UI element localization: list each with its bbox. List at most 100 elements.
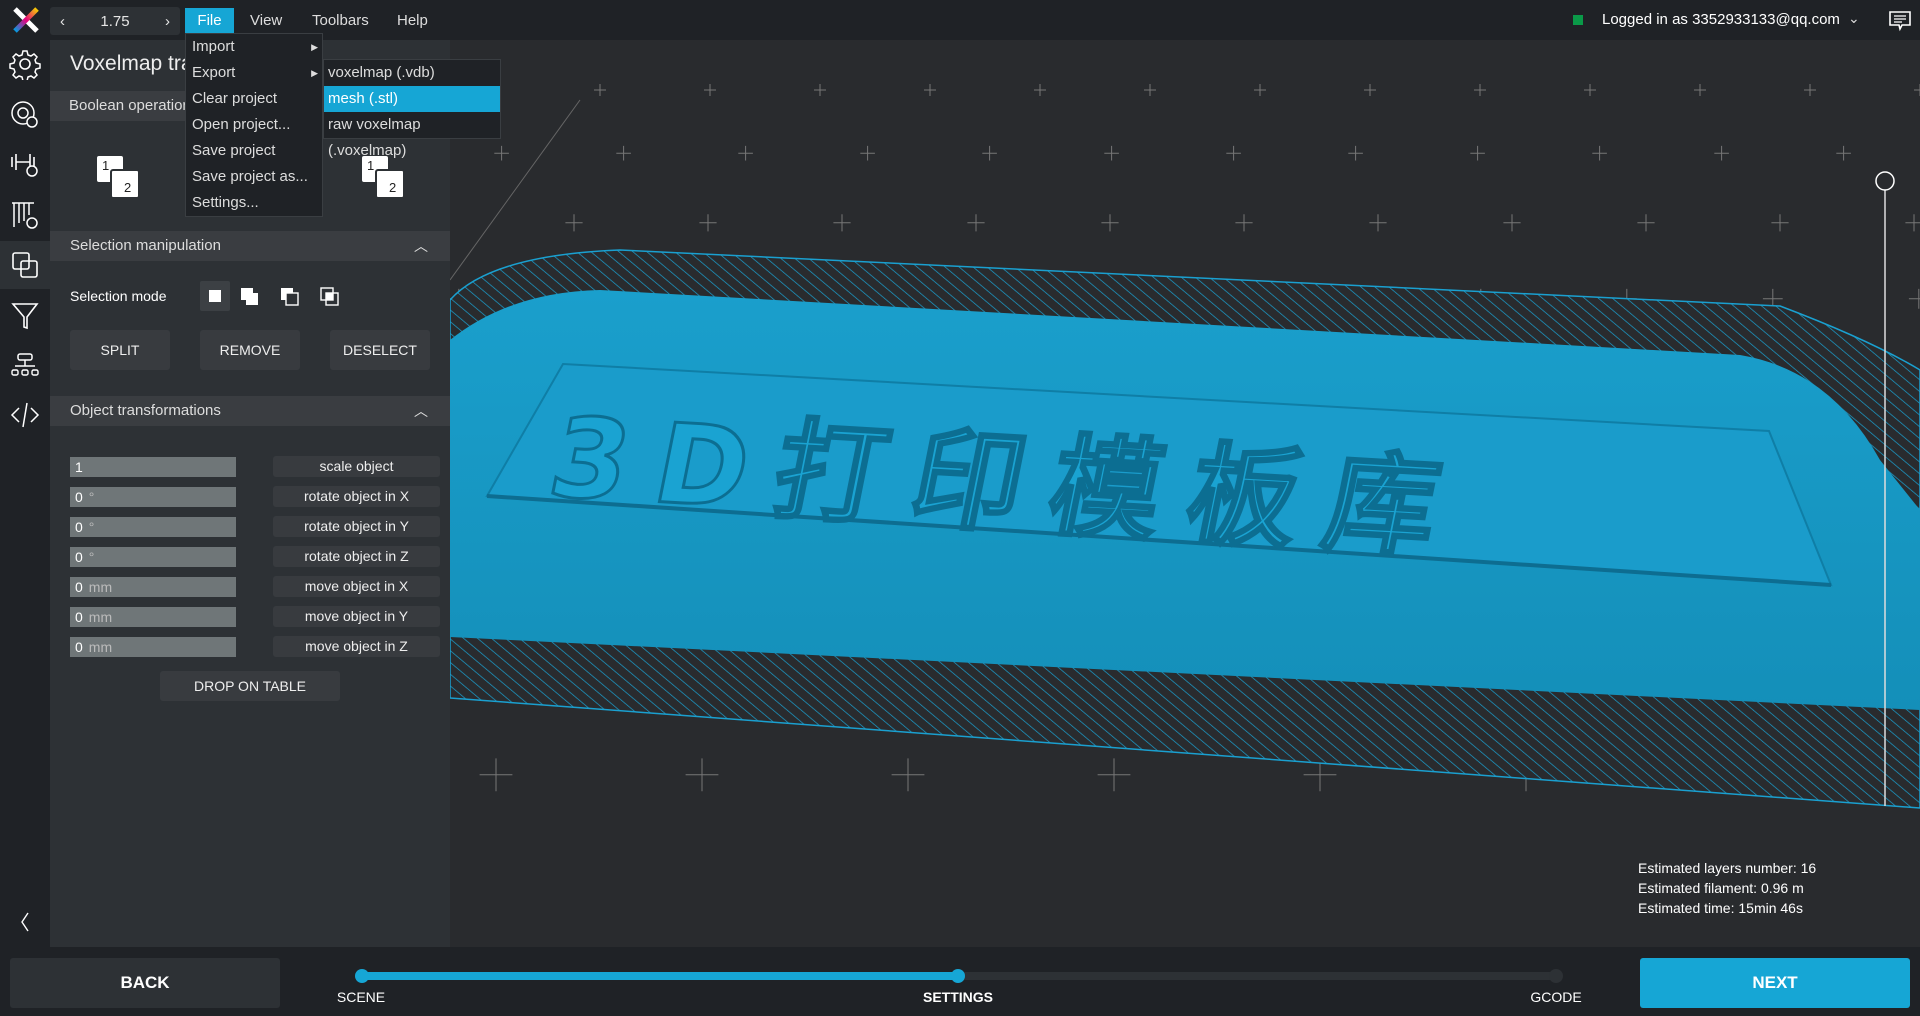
menu-view[interactable]: View xyxy=(242,8,290,33)
chat-icon[interactable] xyxy=(1888,10,1912,37)
transform-action-button[interactable]: move object in Z xyxy=(273,636,440,657)
grid-mark xyxy=(738,145,753,161)
transform-action-button[interactable]: move object in Y xyxy=(273,606,440,627)
transform-action-button[interactable]: scale object xyxy=(273,456,440,477)
input-value: 0 xyxy=(75,609,83,625)
selection-mode-intersect[interactable] xyxy=(320,287,340,312)
account-chevron-down-icon[interactable]: ⌄ xyxy=(1848,10,1860,27)
zoom-increase-button[interactable]: › xyxy=(165,13,170,30)
export-item[interactable]: voxelmap (.vdb) xyxy=(324,60,500,86)
step-label-settings[interactable]: SETTINGS xyxy=(923,989,993,1005)
input-unit: ° xyxy=(88,519,95,535)
transform-input[interactable]: 0 ° xyxy=(70,487,236,507)
step-dot-scene[interactable] xyxy=(355,969,369,983)
transform-input[interactable]: 0 ° xyxy=(70,517,236,537)
sidebar-item-infill-settings[interactable] xyxy=(0,191,50,239)
file-menu-item-settings[interactable]: Settings... xyxy=(186,190,322,216)
menu-item-label: Export xyxy=(192,64,236,81)
split-button[interactable]: SPLIT xyxy=(70,330,170,370)
transform-action-button[interactable]: rotate object in X xyxy=(273,486,440,507)
selection-mode-replace[interactable] xyxy=(200,281,230,311)
transform-action-button[interactable]: rotate object in Y xyxy=(273,516,440,537)
file-menu-item-export[interactable]: Export ▶ xyxy=(186,60,322,86)
support-settings-icon xyxy=(11,154,38,177)
input-value: 0 xyxy=(75,639,83,655)
grid-mark xyxy=(1348,145,1363,161)
grid-mark xyxy=(1034,84,1046,96)
grid-mark xyxy=(594,84,606,96)
operand-2-label: 2 xyxy=(389,180,397,195)
sidebar-item-print-settings[interactable] xyxy=(0,91,50,139)
export-submenu: voxelmap (.vdb) mesh (.stl) raw voxelmap (… xyxy=(323,59,501,159)
input-value: 0 xyxy=(75,489,83,505)
step-dot-settings[interactable] xyxy=(951,969,965,983)
zoom-control: ‹ 1.75 › xyxy=(50,7,180,35)
transform-action-button[interactable]: move object in X xyxy=(273,576,440,597)
grid-mark xyxy=(1771,214,1789,232)
sidebar-item-settings[interactable] xyxy=(0,40,50,88)
step-label-scene[interactable]: SCENE xyxy=(337,989,385,1005)
grid-mark xyxy=(982,145,997,161)
chevron-up-icon: ︿ xyxy=(414,238,428,254)
deselect-button[interactable]: DESELECT xyxy=(330,330,430,370)
sidebar-item-filter[interactable] xyxy=(0,292,50,340)
zoom-value[interactable]: 1.75 xyxy=(100,13,129,30)
selection-manipulation-header[interactable]: Selection manipulation ︿ xyxy=(50,231,450,261)
file-menu-item-save-project-as[interactable]: Save project as... xyxy=(186,164,322,190)
grid-mark xyxy=(1104,145,1119,161)
export-item[interactable]: raw voxelmap (.voxelmap) xyxy=(324,112,500,159)
menu-help[interactable]: Help xyxy=(389,8,436,33)
print-estimates: Estimated layers number: 16 Estimated fi… xyxy=(1638,858,1816,918)
selection-mode-add[interactable] xyxy=(240,287,260,312)
grid-mark xyxy=(1235,214,1253,232)
step-label-gcode[interactable]: GCODE xyxy=(1530,989,1581,1005)
transform-input[interactable]: 1 xyxy=(70,457,236,477)
step-dot-gcode[interactable] xyxy=(1549,969,1563,983)
drop-on-table-button[interactable]: DROP ON TABLE xyxy=(160,671,340,701)
menu-item-label: Save project as... xyxy=(192,168,308,185)
layer-slider-handle[interactable] xyxy=(1875,171,1895,191)
section-title: Selection manipulation xyxy=(70,237,221,254)
object-transformations-header[interactable]: Object transformations ︿ xyxy=(50,396,450,426)
menu-file[interactable]: File xyxy=(185,8,234,33)
selection-mode-subtract[interactable] xyxy=(280,287,300,312)
grid-mark xyxy=(685,758,719,792)
3d-viewport[interactable]: 3D打印模板库 xyxy=(450,40,1920,947)
sidebar-item-support-settings[interactable] xyxy=(0,139,50,187)
sidebar-item-hierarchy[interactable] xyxy=(0,341,50,389)
file-menu-item-open-project[interactable]: Open project... xyxy=(186,112,322,138)
app-logo xyxy=(12,6,40,39)
file-menu-item-import[interactable]: Import ▶ xyxy=(186,34,322,60)
chevron-up-icon: ︿ xyxy=(414,403,428,419)
estimated-time: Estimated time: 15min 46s xyxy=(1638,900,1803,916)
transform-input[interactable]: 0 ° xyxy=(70,547,236,567)
transform-input[interactable]: 0 mm xyxy=(70,577,236,597)
sidebar xyxy=(0,40,50,947)
input-value: 0 xyxy=(75,519,83,535)
hierarchy-icon xyxy=(11,353,39,376)
transform-input[interactable]: 0 mm xyxy=(70,607,236,627)
grid-mark xyxy=(1804,84,1816,96)
selection-mode-label: Selection mode xyxy=(70,288,167,304)
progress-fill xyxy=(361,972,958,980)
remove-button[interactable]: REMOVE xyxy=(200,330,300,370)
file-menu-item-save-project[interactable]: Save project xyxy=(186,138,322,164)
grid-mark xyxy=(1097,758,1131,792)
scene-canvas[interactable]: 3D打印模板库 xyxy=(450,40,1920,947)
transform-input[interactable]: 0 mm xyxy=(70,637,236,657)
section-title: Object transformations xyxy=(70,402,221,419)
back-button[interactable]: BACK xyxy=(10,958,280,1008)
menu-toolbars[interactable]: Toolbars xyxy=(304,8,377,33)
collapse-panel-chevron-left-icon[interactable] xyxy=(0,898,50,946)
input-value: 0 xyxy=(75,549,83,565)
sidebar-item-voxelmap[interactable] xyxy=(0,241,50,289)
grid-mark xyxy=(860,145,875,161)
zoom-decrease-button[interactable]: ‹ xyxy=(60,13,65,30)
sidebar-item-code[interactable] xyxy=(0,391,50,439)
estimated-layers: Estimated layers number: 16 xyxy=(1638,860,1817,876)
boolean-union-button[interactable]: 12 xyxy=(95,154,141,205)
next-button[interactable]: NEXT xyxy=(1640,958,1910,1008)
transform-action-button[interactable]: rotate object in Z xyxy=(273,546,440,567)
export-item[interactable]: mesh (.stl) xyxy=(324,86,500,112)
file-menu-item-clear-project[interactable]: Clear project xyxy=(186,86,322,112)
